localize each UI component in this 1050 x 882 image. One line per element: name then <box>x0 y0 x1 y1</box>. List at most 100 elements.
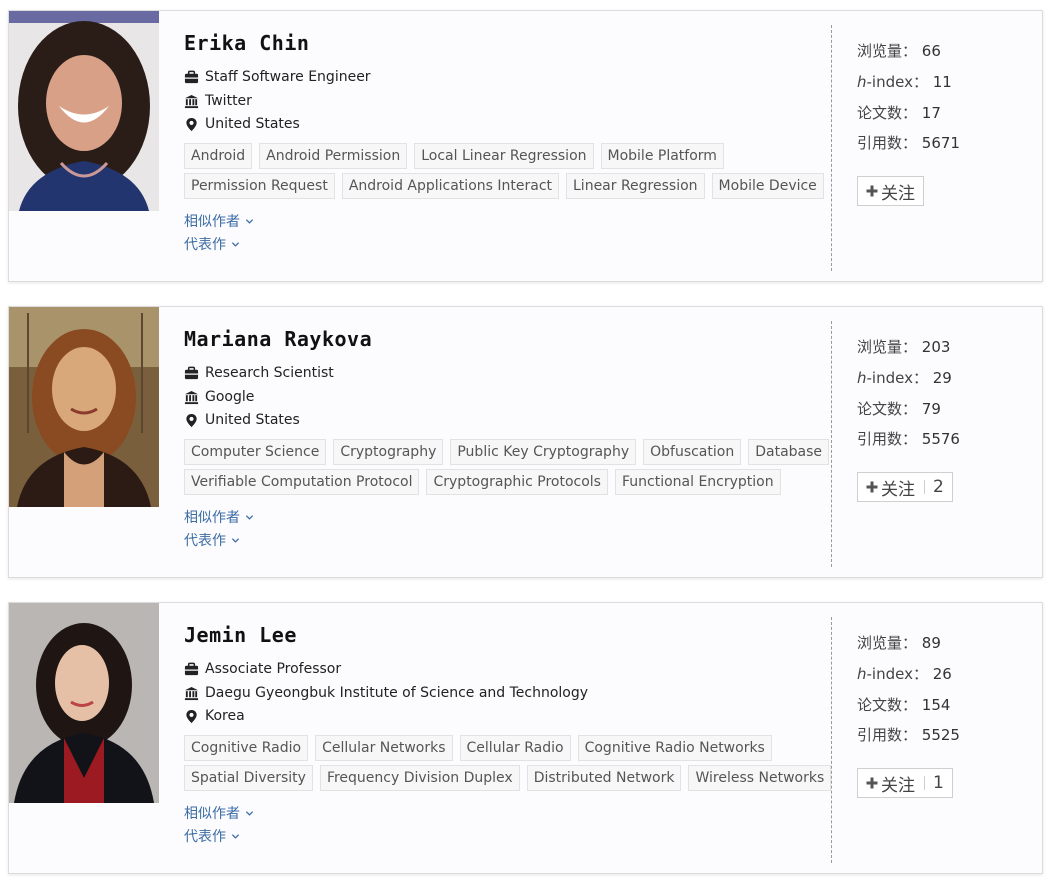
author-position-row: Research Scientist <box>184 363 334 383</box>
tag-row: Android Android Permission Local Linear … <box>184 143 824 169</box>
similar-authors-label: 相似作者 <box>184 510 240 526</box>
follow-count: 1 <box>933 773 944 793</box>
author-org-row: Twitter <box>184 91 252 111</box>
research-tag[interactable]: Android <box>184 143 253 169</box>
research-tag[interactable]: Local Linear Regression <box>414 143 594 169</box>
research-tag[interactable]: Verifiable Computation Protocol <box>184 469 420 495</box>
research-tag[interactable]: Cellular Radio <box>459 735 571 761</box>
map-pin-icon <box>184 117 199 132</box>
tag-row: Verifiable Computation Protocol Cryptogr… <box>184 469 824 495</box>
h-index-stat: h-index： 11 <box>857 73 952 91</box>
briefcase-icon <box>184 366 199 381</box>
research-tag[interactable]: Permission Request <box>184 173 335 199</box>
research-tags: Cognitive Radio Cellular Networks Cellul… <box>184 735 832 795</box>
research-tag[interactable]: Wireless Networks <box>688 765 832 791</box>
research-tag[interactable]: Cognitive Radio Networks <box>577 735 772 761</box>
institution-icon <box>184 686 199 701</box>
representative-works-toggle[interactable]: 代表作 <box>184 826 240 846</box>
author-position-row: Associate Professor <box>184 659 341 679</box>
author-name[interactable]: Erika Chin <box>184 31 309 55</box>
author-photo[interactable] <box>9 603 159 803</box>
tag-row: Permission Request Android Applications … <box>184 173 824 199</box>
briefcase-icon <box>184 662 199 677</box>
chevron-down-icon <box>231 240 240 249</box>
map-pin-icon <box>184 413 199 428</box>
plus-icon <box>866 777 878 789</box>
author-location: United States <box>205 116 300 132</box>
author-card-2: Mariana Raykova Research Scientist Googl… <box>8 306 1043 578</box>
vertical-divider <box>831 617 832 863</box>
research-tag[interactable]: Distributed Network <box>526 765 682 791</box>
research-tag[interactable]: Computer Science <box>184 439 327 465</box>
research-tag[interactable]: Android Applications Interact <box>341 173 559 199</box>
research-tag[interactable]: Cellular Networks <box>315 735 453 761</box>
research-tag[interactable]: Cryptography <box>333 439 444 465</box>
tag-row: Spatial Diversity Frequency Division Dup… <box>184 765 832 791</box>
author-org-row: Daegu Gyeongbuk Institute of Science and… <box>184 683 588 703</box>
author-location-row: United States <box>184 114 300 134</box>
research-tag[interactable]: Frequency Division Duplex <box>319 765 520 791</box>
chevron-down-icon <box>231 536 240 545</box>
similar-authors-toggle[interactable]: 相似作者 <box>184 507 254 527</box>
representative-works-label: 代表作 <box>184 829 226 845</box>
follow-label: 关注 <box>881 775 915 796</box>
representative-works-label: 代表作 <box>184 533 226 549</box>
tag-row: Cognitive Radio Cellular Networks Cellul… <box>184 735 824 761</box>
views-stat: 浏览量： 66 <box>857 42 941 60</box>
author-location-row: United States <box>184 410 300 430</box>
research-tag[interactable]: Cryptographic Protocols <box>426 469 608 495</box>
research-tag[interactable]: Linear Regression <box>566 173 705 199</box>
follow-button[interactable]: 关注 2 <box>857 472 953 502</box>
similar-authors-label: 相似作者 <box>184 806 240 822</box>
author-info: Jemin Lee Associate Professor Daegu Gyeo… <box>183 603 832 873</box>
representative-works-toggle[interactable]: 代表作 <box>184 530 240 550</box>
author-position-row: Staff Software Engineer <box>184 67 371 87</box>
research-tag[interactable]: Spatial Diversity <box>184 765 313 791</box>
institution-icon <box>184 94 199 109</box>
chevron-down-icon <box>245 217 254 226</box>
similar-authors-toggle[interactable]: 相似作者 <box>184 211 254 231</box>
author-name[interactable]: Mariana Raykova <box>184 327 372 351</box>
research-tag[interactable]: Android Permission <box>259 143 408 169</box>
representative-works-label: 代表作 <box>184 237 226 253</box>
research-tag[interactable]: Cognitive Radio <box>184 735 309 761</box>
papers-stat: 论文数： 79 <box>857 400 941 418</box>
author-location-row: Korea <box>184 706 245 726</box>
author-org[interactable]: Google <box>205 389 254 405</box>
follow-separator <box>924 776 925 790</box>
follow-button[interactable]: 关注 <box>857 176 924 206</box>
research-tag[interactable]: Database <box>748 439 830 465</box>
follow-label: 关注 <box>881 183 915 204</box>
similar-authors-toggle[interactable]: 相似作者 <box>184 803 254 823</box>
citations-stat: 引用数： 5525 <box>857 726 960 744</box>
views-stat: 浏览量： 203 <box>857 338 951 356</box>
research-tags: Android Android Permission Local Linear … <box>184 143 824 203</box>
h-index-stat: h-index： 29 <box>857 369 952 387</box>
plus-icon <box>866 185 878 197</box>
author-location: Korea <box>205 708 245 724</box>
follow-count: 2 <box>933 477 944 497</box>
author-name[interactable]: Jemin Lee <box>184 623 297 647</box>
chevron-down-icon <box>245 809 254 818</box>
author-photo[interactable] <box>9 307 159 507</box>
map-pin-icon <box>184 709 199 724</box>
author-photo[interactable] <box>9 11 159 211</box>
views-stat: 浏览量： 89 <box>857 634 941 652</box>
papers-stat: 论文数： 17 <box>857 104 941 122</box>
research-tag[interactable]: Mobile Device <box>711 173 824 199</box>
research-tag[interactable]: Public Key Cryptography <box>450 439 637 465</box>
representative-works-toggle[interactable]: 代表作 <box>184 234 240 254</box>
research-tag[interactable]: Mobile Platform <box>600 143 724 169</box>
author-org[interactable]: Twitter <box>205 93 252 109</box>
chevron-down-icon <box>245 513 254 522</box>
citations-stat: 引用数： 5576 <box>857 430 960 448</box>
follow-button[interactable]: 关注 1 <box>857 768 953 798</box>
citations-stat: 引用数： 5671 <box>857 134 960 152</box>
vertical-divider <box>831 321 832 567</box>
chevron-down-icon <box>231 832 240 841</box>
author-org[interactable]: Daegu Gyeongbuk Institute of Science and… <box>205 685 588 701</box>
research-tag[interactable]: Obfuscation <box>643 439 742 465</box>
research-tag[interactable]: Functional Encryption <box>614 469 781 495</box>
author-card-3: Jemin Lee Associate Professor Daegu Gyeo… <box>8 602 1043 874</box>
research-tags: Computer Science Cryptography Public Key… <box>184 439 830 499</box>
